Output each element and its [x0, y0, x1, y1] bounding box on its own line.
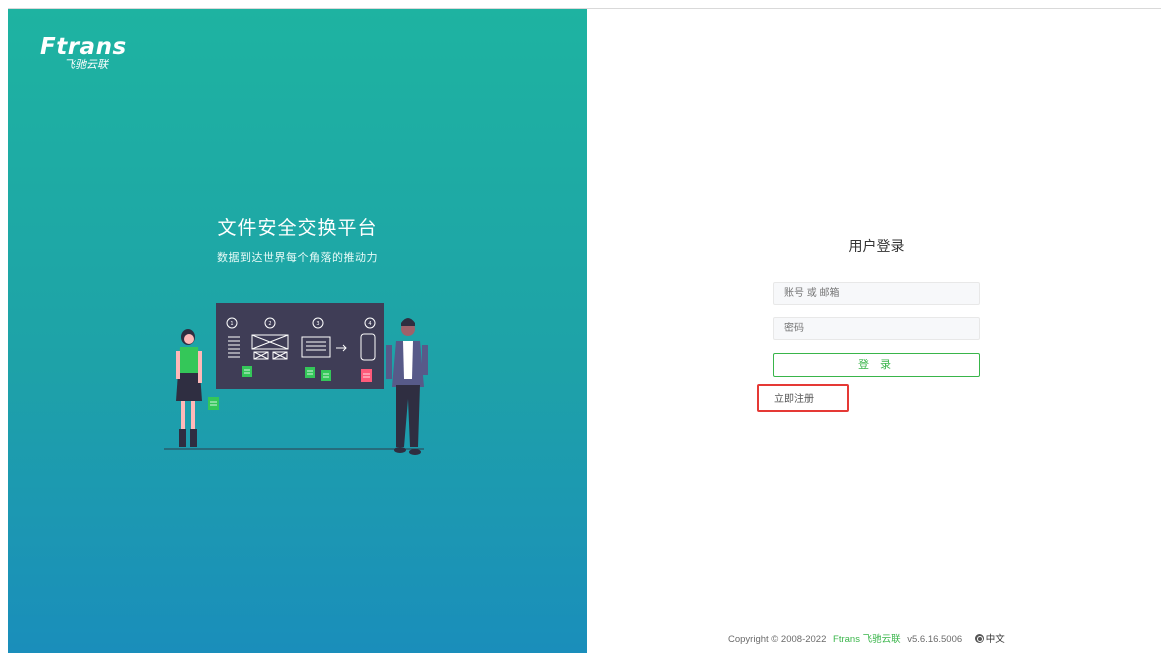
man-figure	[386, 318, 428, 455]
brand-logo: Ftrans 飞驰云联	[40, 35, 127, 71]
login-title: 用户登录	[848, 238, 905, 254]
language-selector[interactable]: 中文	[974, 634, 1009, 645]
version-text: v5.6.16.5006	[907, 634, 963, 645]
step-number: 4	[368, 321, 371, 327]
woman-figure	[176, 329, 202, 447]
login-button[interactable]: 登 录	[773, 353, 980, 377]
footer-brand-link[interactable]: Ftrans 飞驰云联	[833, 634, 901, 645]
highlight-annotation-box	[757, 384, 849, 412]
password-input[interactable]	[773, 317, 980, 340]
footer: Copyright © 2008-2022 Ftrans 飞驰云联 v5.6.1…	[728, 631, 1013, 645]
login-page: Ftrans 飞驰云联 文件安全交换平台 数据到达世界每个角落的推动力 1 2 …	[0, 0, 1161, 653]
account-input[interactable]	[773, 282, 980, 305]
step-number: 3	[316, 321, 319, 327]
logo-subtext: 飞驰云联	[64, 58, 108, 71]
hero-title: 文件安全交换平台	[217, 218, 378, 239]
copyright-text: Copyright © 2008-2022	[728, 634, 827, 645]
step-number: 2	[268, 321, 271, 327]
logo-text: Ftrans	[40, 34, 127, 60]
language-label: 中文	[985, 634, 1005, 645]
step-number: 1	[230, 321, 233, 327]
board	[216, 303, 384, 389]
hero-subtitle: 数据到达世界每个角落的推动力	[217, 252, 378, 264]
hero-panel: Ftrans 飞驰云联 文件安全交换平台 数据到达世界每个角落的推动力 1 2 …	[8, 9, 587, 653]
hero-illustration: 1 2 3 4	[164, 303, 428, 455]
globe-icon	[974, 634, 984, 643]
